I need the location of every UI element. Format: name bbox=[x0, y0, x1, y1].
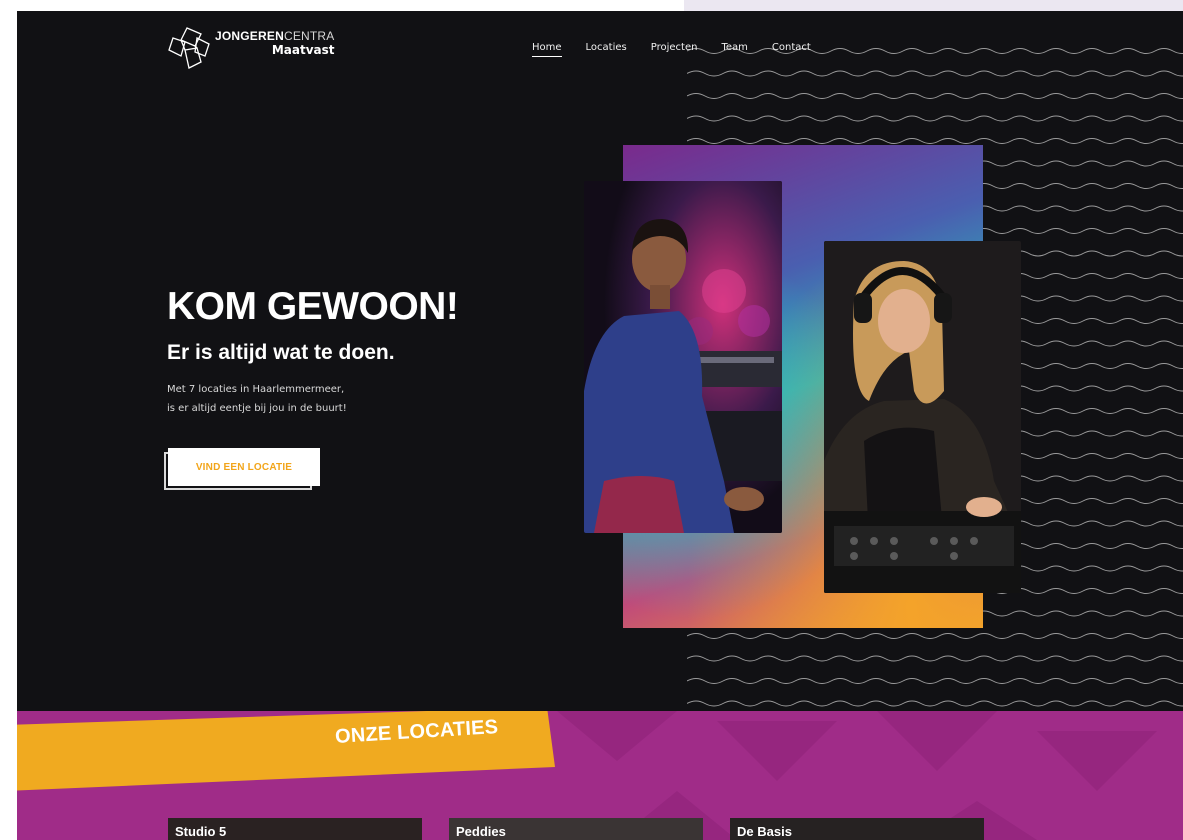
location-card-peddies[interactable]: Peddies bbox=[449, 818, 703, 840]
location-card-studio-5[interactable]: Studio 5 bbox=[168, 818, 422, 840]
location-card-title: Studio 5 bbox=[175, 824, 227, 839]
photo-boy-drummer bbox=[584, 181, 782, 533]
girl-photo-illustration bbox=[824, 241, 1021, 593]
hero-subtitle: Er is altijd wat te doen. bbox=[167, 341, 395, 364]
hero-body-line-1: Met 7 locaties in Haarlemmermeer, bbox=[167, 384, 345, 395]
nav-team[interactable]: Team bbox=[721, 42, 747, 57]
nav-projecten[interactable]: Projecten bbox=[651, 42, 698, 57]
logo-cube-icon bbox=[168, 27, 210, 69]
nav-locaties[interactable]: Locaties bbox=[586, 42, 627, 57]
wave-line bbox=[687, 678, 1183, 684]
wave-line bbox=[687, 70, 1183, 77]
boy-photo-illustration bbox=[584, 181, 782, 533]
location-card-title: Peddies bbox=[456, 824, 506, 839]
find-location-button[interactable]: VIND EEN LOCATIE bbox=[168, 448, 320, 486]
hero-title: KOM GEWOON! bbox=[167, 285, 459, 328]
wave-line bbox=[687, 700, 1183, 707]
cta-wrapper: VIND EEN LOCATIE bbox=[164, 448, 320, 494]
location-card-title: De Basis bbox=[737, 824, 792, 839]
wave-line bbox=[687, 633, 1183, 639]
hero-body-line-2: is er altijd eentje bij jou in de buurt! bbox=[167, 403, 347, 414]
wave-line bbox=[687, 138, 1183, 144]
website-page: JONGERENCENTRA Maatvast Home Locaties Pr… bbox=[17, 11, 1183, 840]
wave-line bbox=[687, 93, 1183, 99]
browser-corner-tint bbox=[684, 0, 1183, 11]
nav-home[interactable]: Home bbox=[532, 42, 562, 57]
location-card-de-basis[interactable]: De Basis bbox=[730, 818, 984, 840]
locations-section: ONZE LOCATIES Studio 5 Peddies De Basis bbox=[17, 711, 1183, 840]
wave-line bbox=[687, 115, 1183, 122]
main-nav: Home Locaties Projecten Team Contact bbox=[532, 42, 835, 57]
photo-girl-dj bbox=[824, 241, 1021, 593]
brand-name: JONGERENCENTRA bbox=[215, 29, 335, 43]
site-logo[interactable]: JONGERENCENTRA Maatvast bbox=[167, 24, 335, 72]
hero-body: Met 7 locaties in Haarlemmermeer, is er … bbox=[167, 380, 347, 418]
wave-line bbox=[687, 655, 1183, 662]
nav-contact[interactable]: Contact bbox=[772, 42, 811, 57]
brand-subname: Maatvast bbox=[271, 43, 335, 57]
